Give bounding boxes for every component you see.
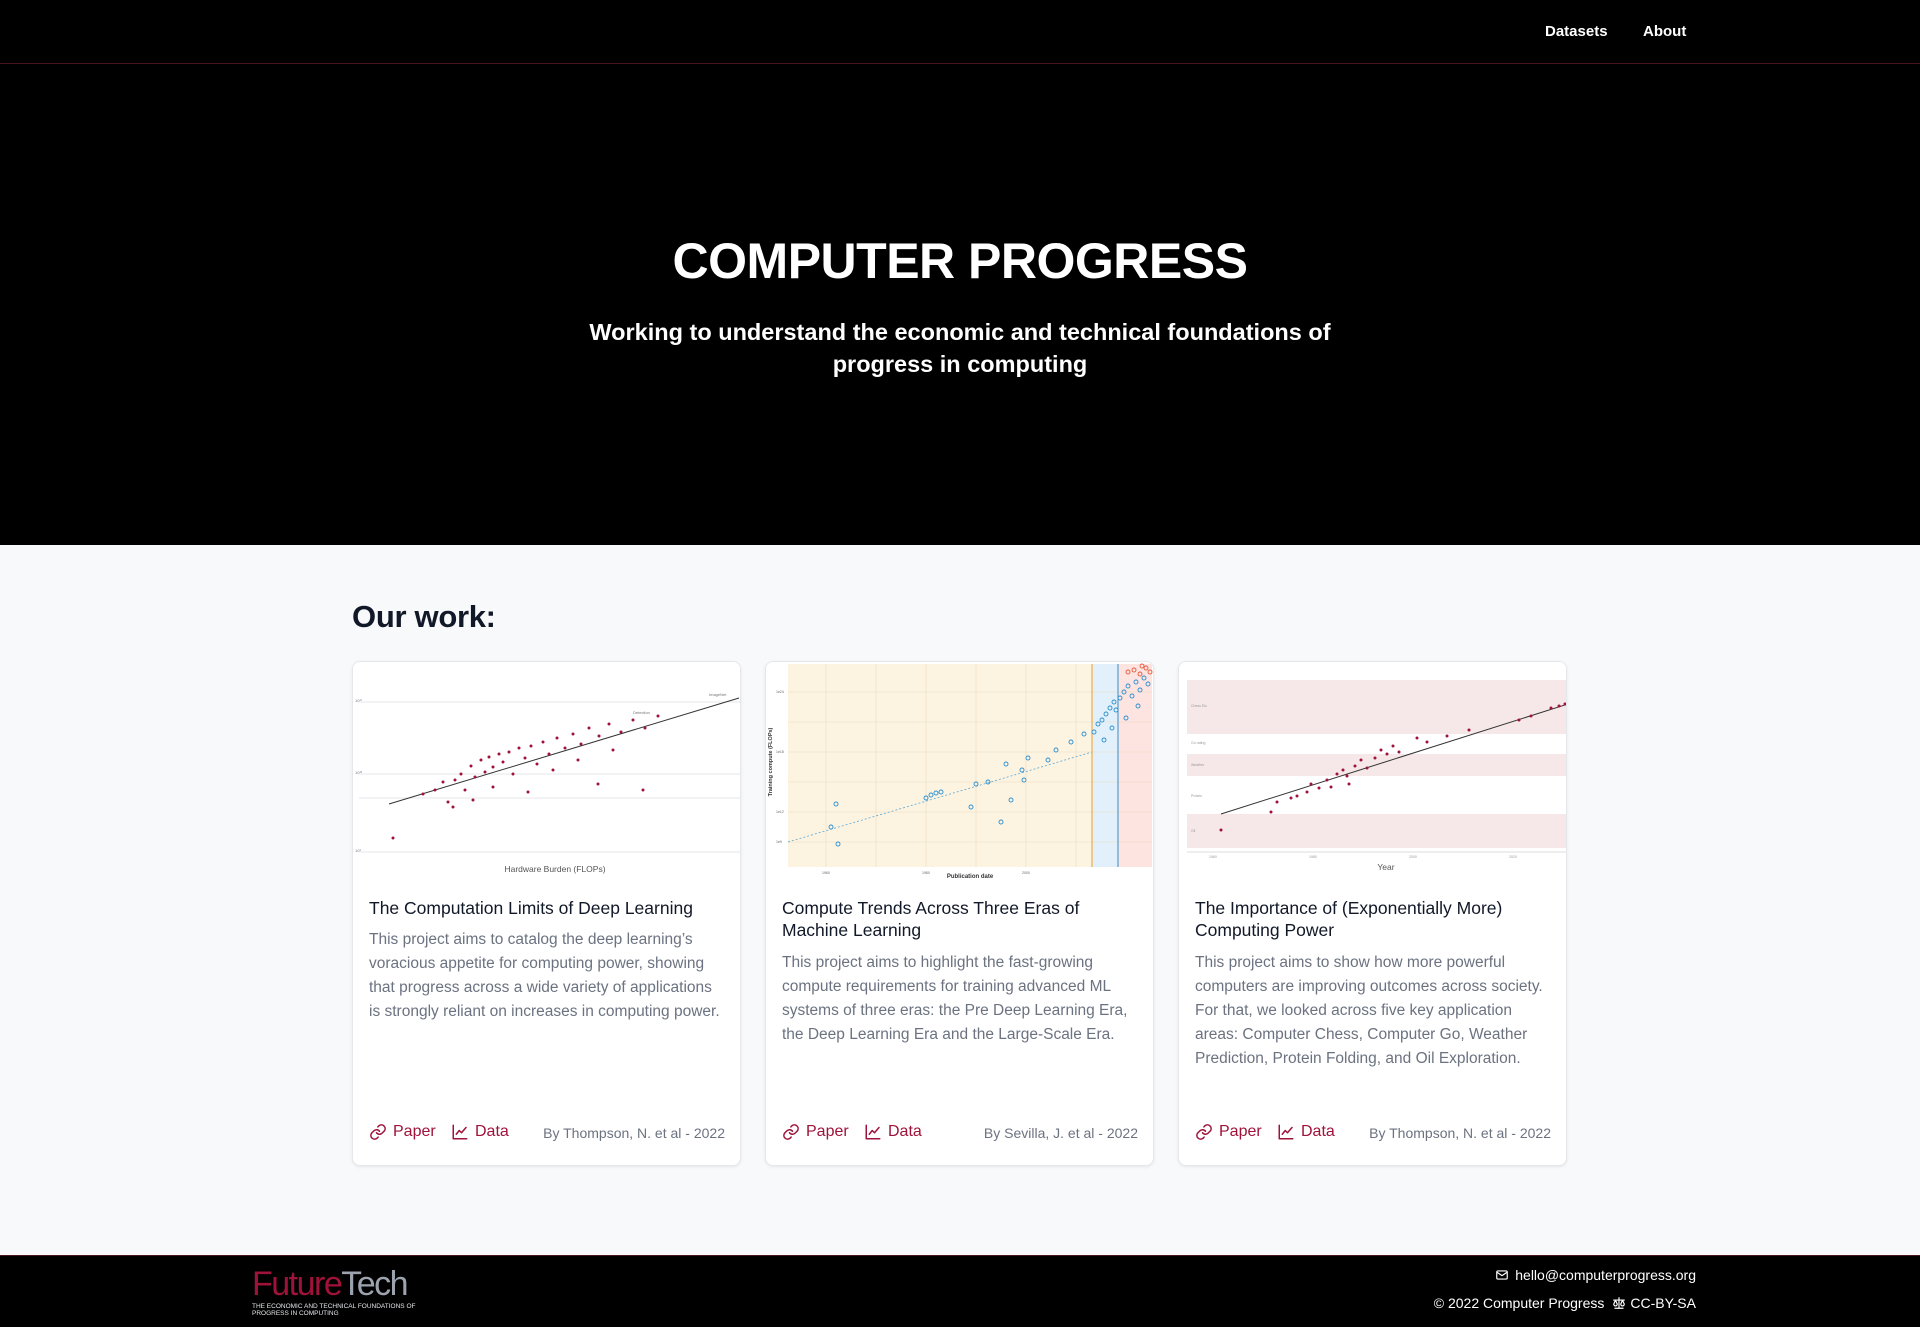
card-byline: By Thompson, N. et al - 2022 xyxy=(1369,1125,1551,1141)
section-title: Our work: xyxy=(352,599,496,634)
project-card-compute-trends: 1e24 1e18 1e12 1e9 1960 1980 2000 Training co… xyxy=(765,661,1154,1166)
scatter-thumbnail-graphic: Chess Elo Go rating Weather Protein Oil 1960… xyxy=(1179,662,1566,880)
card-byline: By Thompson, N. et al - 2022 xyxy=(543,1125,725,1141)
svg-text:ImageNet: ImageNet xyxy=(709,692,727,697)
link-icon xyxy=(370,1124,386,1140)
hero-subtitle: Working to understand the economic and t… xyxy=(589,319,1331,377)
thumb-xlabel: Year xyxy=(1377,862,1394,872)
footer-license[interactable]: CC-BY-SA xyxy=(1612,1295,1696,1311)
hero: COMPUTER PROGRESS Working to understand … xyxy=(0,64,1920,545)
svg-text:Chess Elo: Chess Elo xyxy=(1191,704,1207,708)
svg-text:2020: 2020 xyxy=(1509,855,1517,859)
project-card-computing-power: Chess Elo Go rating Weather Protein Oil 1960… xyxy=(1178,661,1567,1166)
scale-icon xyxy=(1613,1297,1626,1309)
svg-text:1980: 1980 xyxy=(1309,855,1317,859)
hero-title: COMPUTER PROGRESS xyxy=(672,233,1248,289)
card-title[interactable]: The Importance of (Exponentially More) C… xyxy=(1195,897,1554,941)
chart-line-icon xyxy=(452,1124,468,1140)
futuretech-logo[interactable]: FutureTech THE ECONOMIC AND TECHNICAL FO… xyxy=(252,1265,415,1317)
logo-wordmark: FutureTech xyxy=(252,1265,409,1303)
thumb-xlabel: Publication date xyxy=(947,874,994,880)
svg-text:1e12: 1e12 xyxy=(776,810,784,814)
data-link[interactable]: Data xyxy=(1277,1123,1335,1141)
data-link[interactable]: Data xyxy=(864,1123,922,1141)
svg-text:10¹³: 10¹³ xyxy=(355,770,363,775)
svg-text:2000: 2000 xyxy=(1409,855,1417,859)
mail-icon xyxy=(1496,1270,1509,1280)
svg-text:Weather: Weather xyxy=(1191,763,1205,767)
logo-tech: Tech xyxy=(341,1265,408,1303)
footer-copyright-row: © 2022 Computer Progress CC-BY-SA xyxy=(1434,1295,1696,1311)
footer-license-text: CC-BY-SA xyxy=(1630,1295,1696,1311)
card-description: This project aims to highlight the fast-… xyxy=(782,954,1128,1043)
svg-text:1e9: 1e9 xyxy=(776,840,782,844)
paper-link[interactable]: Paper xyxy=(369,1123,436,1141)
card-title[interactable]: Compute Trends Across Three Eras of Mach… xyxy=(782,897,1141,941)
scatter-thumbnail-graphic: 10¹⁷ 10¹³ 10⁹ ImageNet Detection Hardware B… xyxy=(353,662,740,880)
byline-authors: By Thompson, N. et al xyxy=(543,1125,682,1141)
byline-year: 2022 xyxy=(1106,1125,1138,1141)
card-links: Paper Data By Thompson, N. et al - 2022 xyxy=(369,1123,725,1145)
project-thumbnail[interactable]: 10¹⁷ 10¹³ 10⁹ ImageNet Detection Hardware B… xyxy=(353,662,740,880)
data-link[interactable]: Data xyxy=(451,1123,509,1141)
paper-link-label: Paper xyxy=(806,1123,849,1140)
paper-link-label: Paper xyxy=(1219,1123,1262,1140)
card-links: Paper Data By Sevilla, J. et al - 2022 xyxy=(782,1123,1138,1145)
svg-text:1e18: 1e18 xyxy=(776,750,784,754)
byline-year: 2022 xyxy=(693,1125,725,1141)
link-icon xyxy=(783,1124,799,1140)
svg-text:2000: 2000 xyxy=(1022,871,1030,875)
card-title[interactable]: The Computation Limits of Deep Learning xyxy=(369,897,728,919)
byline-authors: By Thompson, N. et al xyxy=(1369,1125,1508,1141)
card-description: This project aims to show how more power… xyxy=(1195,954,1543,1067)
data-link-label: Data xyxy=(475,1123,509,1140)
logo-tagline: THE ECONOMIC AND TECHNICAL FOUNDATIONS O… xyxy=(252,1303,416,1317)
card-links: Paper Data By Thompson, N. et al - 2022 xyxy=(1195,1123,1551,1145)
project-card-computation-limits: 10¹⁷ 10¹³ 10⁹ ImageNet Detection Hardware B… xyxy=(352,661,741,1166)
svg-text:Oil: Oil xyxy=(1191,829,1196,833)
svg-text:Detection: Detection xyxy=(633,710,650,715)
top-nav: Datasets About xyxy=(0,0,1920,64)
paper-link-label: Paper xyxy=(393,1123,436,1140)
scatter-thumbnail-graphic: 1e24 1e18 1e12 1e9 1960 1980 2000 Training co… xyxy=(766,662,1153,880)
chart-line-icon xyxy=(1278,1124,1294,1140)
nav-datasets-link[interactable]: Datasets xyxy=(1545,23,1608,40)
svg-text:1960: 1960 xyxy=(822,871,830,875)
data-link-label: Data xyxy=(888,1123,922,1140)
data-link-label: Data xyxy=(1301,1123,1335,1140)
card-byline: By Sevilla, J. et al - 2022 xyxy=(983,1125,1138,1141)
paper-link[interactable]: Paper xyxy=(1195,1123,1262,1141)
footer-email-text: hello@computerprogress.org xyxy=(1515,1267,1696,1283)
thumb-xlabel: Hardware Burden (FLOPs) xyxy=(504,864,605,874)
svg-text:1e24: 1e24 xyxy=(776,690,784,694)
paper-link[interactable]: Paper xyxy=(782,1123,849,1141)
svg-text:Protein: Protein xyxy=(1191,794,1202,798)
project-thumbnail[interactable]: Chess Elo Go rating Weather Protein Oil 1960… xyxy=(1179,662,1566,880)
footer-email[interactable]: hello@computerprogress.org xyxy=(1495,1267,1696,1283)
svg-text:10⁹: 10⁹ xyxy=(355,848,361,853)
footer-copyright: © 2022 Computer Progress xyxy=(1433,1295,1605,1311)
thumb-ylabel: Training compute (FLOPs) xyxy=(768,727,774,796)
byline-authors: By Sevilla, J. et al xyxy=(983,1125,1095,1141)
byline-year: 2022 xyxy=(1519,1125,1551,1141)
nav-about-link[interactable]: About xyxy=(1643,23,1686,40)
svg-text:Go rating: Go rating xyxy=(1191,741,1205,745)
card-description: This project aims to catalog the deep le… xyxy=(369,931,720,1020)
svg-text:1980: 1980 xyxy=(922,871,930,875)
svg-text:10¹⁷: 10¹⁷ xyxy=(355,698,363,703)
project-thumbnail[interactable]: 1e24 1e18 1e12 1e9 1960 1980 2000 Training co… xyxy=(766,662,1153,880)
svg-text:1960: 1960 xyxy=(1209,855,1217,859)
chart-line-icon xyxy=(865,1124,881,1140)
logo-future: Future xyxy=(252,1265,343,1303)
link-icon xyxy=(1196,1124,1212,1140)
footer: FutureTech THE ECONOMIC AND TECHNICAL FO… xyxy=(0,1255,1920,1327)
